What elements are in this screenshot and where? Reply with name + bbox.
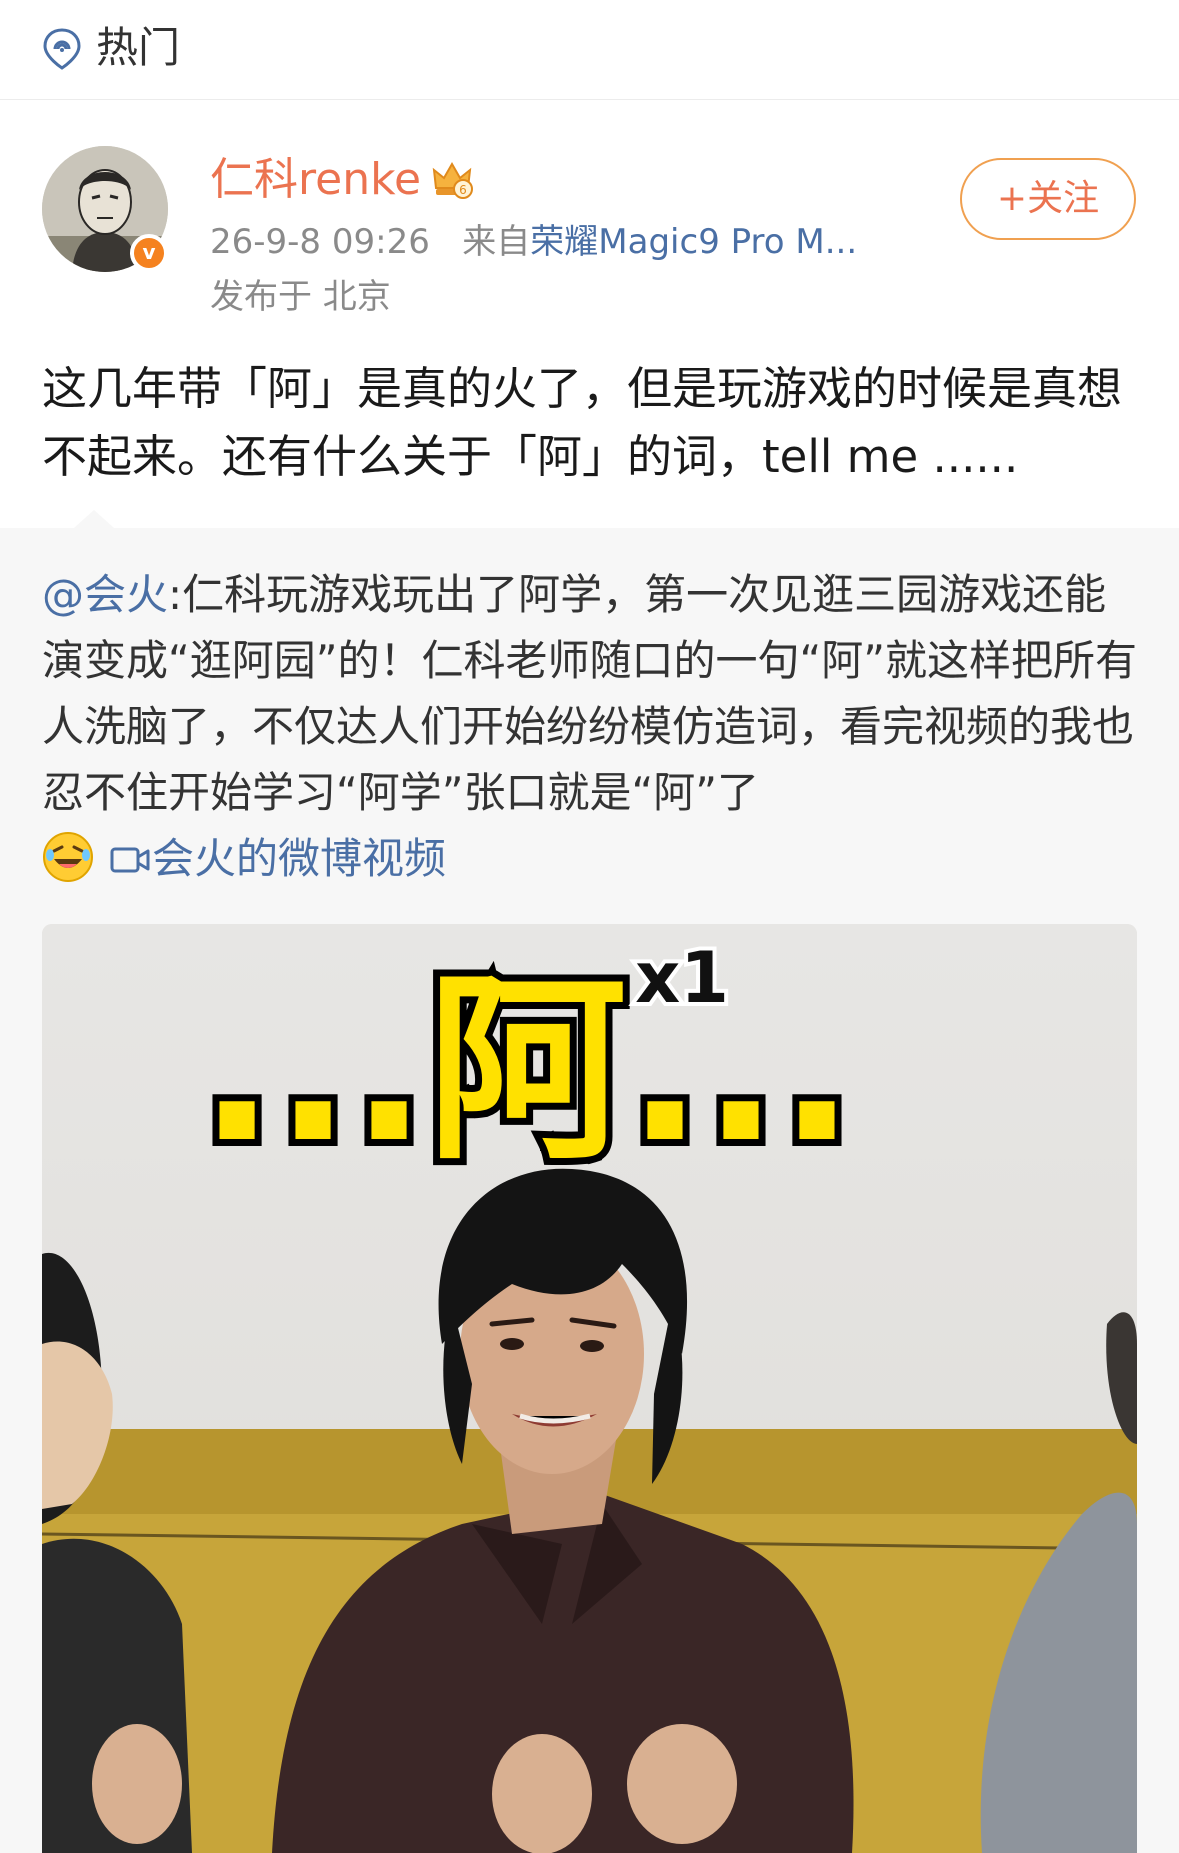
- repost-notch: [74, 510, 114, 528]
- source-device-link[interactable]: 荣耀Magic9 Pro M...: [530, 222, 857, 262]
- repost-body-text: :仁科玩游戏玩出了阿学，第一次见逛三园游戏还能演变成“逛阿园”的！仁科老师随口的…: [42, 570, 1138, 817]
- source-prefix: 来自: [462, 222, 531, 262]
- top-bar: 热门: [0, 0, 1179, 100]
- video-thumbnail[interactable]: ...阿... x1: [42, 924, 1137, 1853]
- svg-text:6: 6: [459, 183, 467, 197]
- video-frame: ...阿... x1: [42, 924, 1137, 1853]
- video-camera-icon[interactable]: [110, 843, 150, 877]
- member-crown-icon[interactable]: 6: [430, 158, 474, 202]
- repost-body: @会火:仁科玩游戏玩出了阿学，第一次见逛三园游戏还能演变成“逛阿园”的！仁科老师…: [42, 562, 1142, 826]
- follow-button[interactable]: +关注: [960, 158, 1136, 240]
- video-counter-text: x1: [635, 937, 729, 1019]
- page-title: 热门: [96, 23, 181, 72]
- verified-badge-icon: v: [130, 234, 168, 272]
- post-body-text: 这几年带「阿」是真的火了，但是玩游戏的时候是真想不起来。还有什么关于「阿」的词，…: [42, 362, 1123, 483]
- post-location: 发布于 北京: [210, 277, 391, 317]
- post-meta: 26-9-8 09:26 来自荣耀Magic9 Pro M...: [210, 220, 857, 264]
- video-caption: ...阿... x1: [192, 933, 862, 1194]
- post-timestamp: 26-9-8 09:26: [210, 222, 430, 262]
- video-link-row: 会火的微博视频: [42, 826, 446, 892]
- laughing-emoji-icon: [43, 832, 93, 882]
- mention-link[interactable]: @会火: [42, 570, 168, 619]
- author-name[interactable]: 仁科renke: [210, 152, 421, 208]
- video-link-text[interactable]: 会火的微博视频: [152, 834, 446, 883]
- video-caption-text: ...阿...: [199, 954, 855, 1187]
- hot-topic-icon[interactable]: [40, 27, 84, 71]
